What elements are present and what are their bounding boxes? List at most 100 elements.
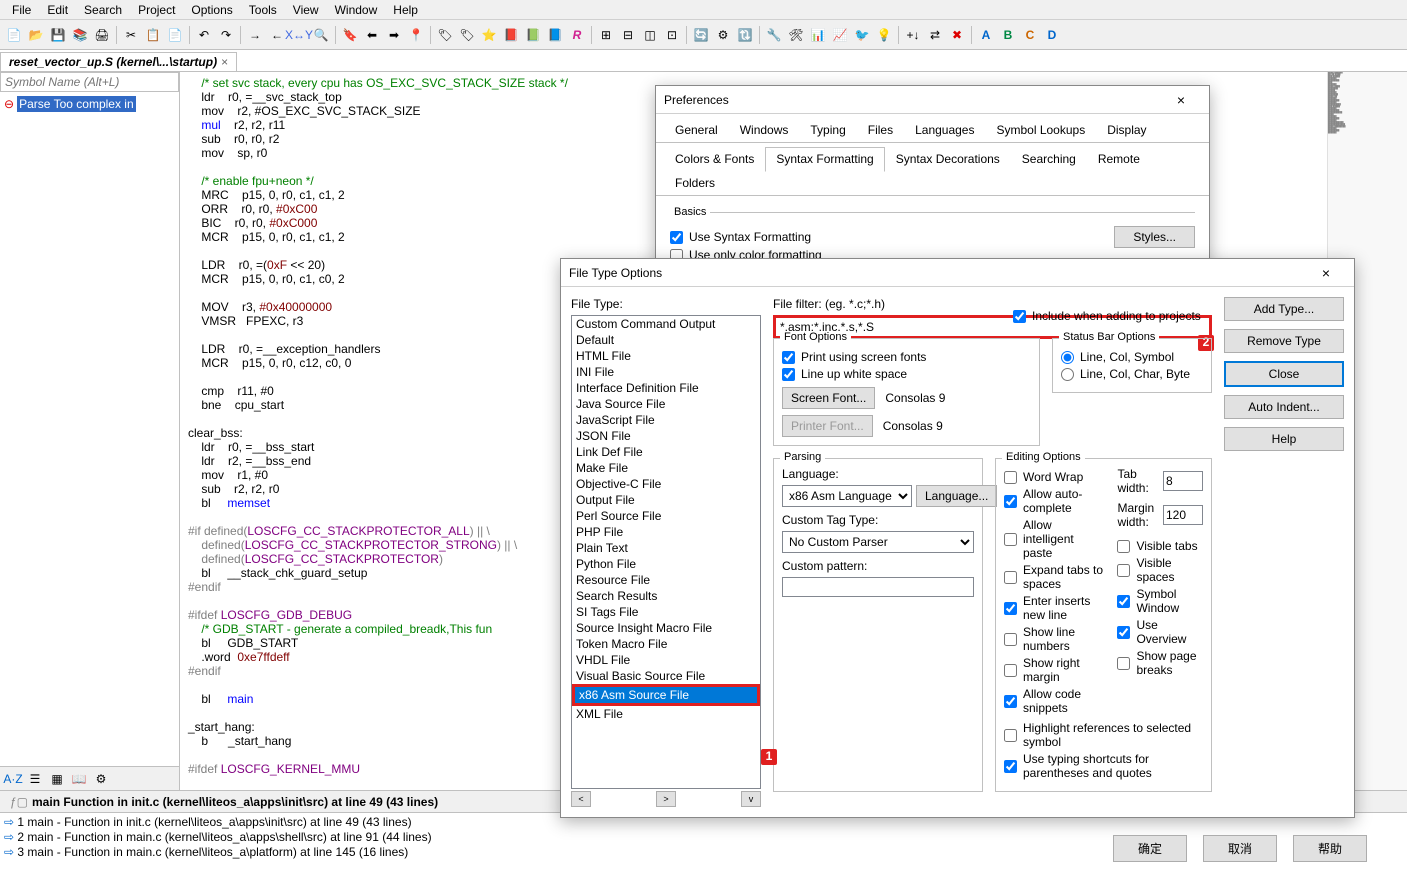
d-icon[interactable]: D: [1042, 25, 1062, 45]
visible-spaces-check[interactable]: Visible spaces: [1117, 556, 1203, 584]
gear-icon[interactable]: ⚙: [713, 25, 733, 45]
menu-view[interactable]: View: [285, 1, 327, 19]
tab-files[interactable]: Files: [857, 118, 904, 142]
book-icon[interactable]: 📖: [70, 770, 88, 788]
file-type-item[interactable]: Search Results: [572, 588, 760, 604]
cut-icon[interactable]: ✂: [121, 25, 141, 45]
word-wrap-check[interactable]: Word Wrap: [1004, 470, 1105, 484]
file-type-item[interactable]: Java Source File: [572, 396, 760, 412]
book3-icon[interactable]: 📘: [545, 25, 565, 45]
file-type-item[interactable]: VHDL File: [572, 652, 760, 668]
menu-tools[interactable]: Tools: [241, 1, 285, 19]
file-type-item[interactable]: Perl Source File: [572, 508, 760, 524]
language-button[interactable]: Language...: [916, 485, 997, 507]
add-type-button[interactable]: Add Type...: [1224, 297, 1344, 321]
screen-font-button[interactable]: Screen Font...: [782, 387, 875, 409]
page-breaks-check[interactable]: Show page breaks: [1117, 649, 1203, 677]
plus-icon[interactable]: +↓: [903, 25, 923, 45]
sync-icon[interactable]: 🔄: [691, 25, 711, 45]
paste-icon[interactable]: 📄: [165, 25, 185, 45]
win2-icon[interactable]: ⊟: [618, 25, 638, 45]
file-type-item[interactable]: Python File: [572, 556, 760, 572]
file-type-item[interactable]: Make File: [572, 460, 760, 476]
win3-icon[interactable]: ◫: [640, 25, 660, 45]
scroll-down-button[interactable]: v: [741, 791, 761, 807]
symbol-search-input[interactable]: [0, 72, 179, 92]
file-type-item[interactable]: Interface Definition File: [572, 380, 760, 396]
win1-icon[interactable]: ⊞: [596, 25, 616, 45]
margin-width-input[interactable]: [1163, 505, 1203, 525]
file-type-item[interactable]: Link Def File: [572, 444, 760, 460]
redo-icon[interactable]: ↷: [216, 25, 236, 45]
menu-file[interactable]: File: [4, 1, 39, 19]
c-icon[interactable]: C: [1020, 25, 1040, 45]
printer-font-button[interactable]: Printer Font...: [782, 415, 873, 437]
bird-icon[interactable]: 🐦: [852, 25, 872, 45]
tab-typing[interactable]: Typing: [799, 118, 856, 142]
print-screen-fonts-check[interactable]: Print using screen fonts: [782, 350, 1031, 364]
expand-tabs-check[interactable]: Expand tabs to spaces: [1004, 563, 1105, 591]
language-select[interactable]: x86 Asm Language: [782, 485, 912, 507]
back-icon[interactable]: ⬅: [362, 25, 382, 45]
parse-error-item[interactable]: Parse Too complex in: [17, 96, 136, 112]
use-syntax-formatting-check[interactable]: Use Syntax Formatting: [670, 230, 822, 244]
tag2-icon[interactable]: 🏷: [457, 25, 477, 45]
file-type-item[interactable]: SI Tags File: [572, 604, 760, 620]
list-icon[interactable]: ☰: [26, 770, 44, 788]
file-type-item[interactable]: INI File: [572, 364, 760, 380]
include-projects-check[interactable]: Include when adding to projects: [1013, 309, 1212, 323]
ok-button[interactable]: 确定: [1113, 835, 1187, 862]
print-icon[interactable]: 🖨: [92, 25, 112, 45]
code-snippets-check[interactable]: Allow code snippets: [1004, 687, 1105, 715]
tab-folders[interactable]: Folders: [664, 171, 726, 195]
close-icon[interactable]: ×: [221, 55, 228, 69]
replace-icon[interactable]: X↔Y: [289, 25, 309, 45]
intelligent-paste-check[interactable]: Allow intelligent paste: [1004, 518, 1105, 560]
menu-edit[interactable]: Edit: [39, 1, 76, 19]
tab-windows[interactable]: Windows: [729, 118, 800, 142]
find-icon[interactable]: 🔍: [311, 25, 331, 45]
gear-icon[interactable]: ⚙: [92, 770, 110, 788]
custom-pattern-input[interactable]: [782, 577, 974, 597]
file-type-item[interactable]: JSON File: [572, 428, 760, 444]
tool1-icon[interactable]: 🔧: [764, 25, 784, 45]
undo-icon[interactable]: ↶: [194, 25, 214, 45]
scroll-right-button[interactable]: >: [656, 791, 676, 807]
book2-icon[interactable]: 📗: [523, 25, 543, 45]
b-icon[interactable]: B: [998, 25, 1018, 45]
tag-icon[interactable]: 🏷: [435, 25, 455, 45]
file-type-item[interactable]: Default: [572, 332, 760, 348]
file-type-item[interactable]: Custom Command Output: [572, 316, 760, 332]
menu-help[interactable]: Help: [385, 1, 426, 19]
help-button[interactable]: Help: [1224, 427, 1344, 451]
tab-syntax-decorations[interactable]: Syntax Decorations: [885, 147, 1011, 171]
close-icon[interactable]: ×: [1306, 265, 1346, 281]
references-tab[interactable]: ƒ▢ main Function in init.c (kernel\liteo…: [4, 793, 444, 811]
tab-remote[interactable]: Remote: [1087, 147, 1151, 171]
cancel-button[interactable]: 取消: [1203, 835, 1277, 862]
star-icon[interactable]: ⭐: [479, 25, 499, 45]
r-icon[interactable]: R: [567, 25, 587, 45]
use-overview-check[interactable]: Use Overview: [1117, 618, 1203, 646]
auto-complete-check[interactable]: Allow auto-complete: [1004, 487, 1105, 515]
status-linecol-symbol-radio[interactable]: Line, Col, Symbol: [1061, 350, 1203, 364]
file-type-item[interactable]: HTML File: [572, 348, 760, 364]
file-type-item[interactable]: Resource File: [572, 572, 760, 588]
tab-searching[interactable]: Searching: [1011, 147, 1087, 171]
bookmark-icon[interactable]: 🔖: [340, 25, 360, 45]
file-type-item[interactable]: Token Macro File: [572, 636, 760, 652]
tab-display[interactable]: Display: [1096, 118, 1157, 142]
indent-icon[interactable]: →: [245, 25, 265, 45]
highlight-refs-check[interactable]: Highlight references to selected symbol: [1004, 721, 1203, 749]
refresh-icon[interactable]: 🔃: [735, 25, 755, 45]
file-type-item[interactable]: JavaScript File: [572, 412, 760, 428]
grid-icon[interactable]: ▦: [48, 770, 66, 788]
menu-project[interactable]: Project: [130, 1, 183, 19]
styles-button[interactable]: Styles...: [1114, 226, 1195, 248]
file-type-item[interactable]: XML File: [572, 706, 760, 722]
tab-languages[interactable]: Languages: [904, 118, 985, 142]
menu-options[interactable]: Options: [183, 1, 240, 19]
line-numbers-check[interactable]: Show line numbers: [1004, 625, 1105, 653]
symbol-window-check[interactable]: Symbol Window: [1117, 587, 1203, 615]
new-icon[interactable]: 📄: [4, 25, 24, 45]
